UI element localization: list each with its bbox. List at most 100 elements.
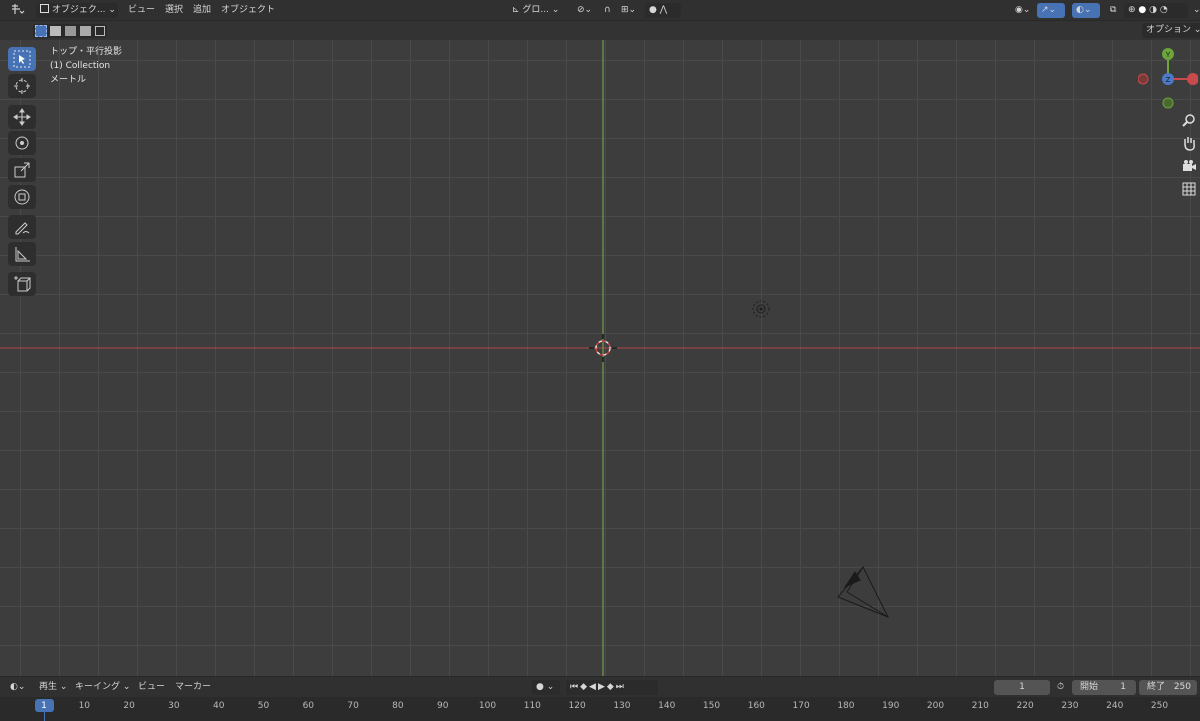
gizmo-icon: ↗⌄ [1041, 5, 1057, 15]
snap-target-button[interactable]: ⊞⌄ [617, 3, 640, 18]
play-reverse-icon[interactable]: ◀ [589, 682, 598, 692]
zoom-icon[interactable] [1181, 112, 1197, 128]
end-frame-field[interactable]: 終了 250 [1139, 680, 1197, 695]
menu-add[interactable]: 追加 [189, 3, 215, 18]
timeline-ruler[interactable]: 1 10 20 30 40 50 60 70 80 90 100 110 120 130 140 150 160… [0, 697, 1200, 721]
overlay-toggle[interactable]: ◐⌄ [1072, 3, 1100, 18]
move-icon [13, 108, 31, 126]
light-object-icon[interactable] [752, 300, 770, 318]
transform-orientation-select[interactable]: ⊾ グロ... ⌄ [508, 3, 570, 18]
viewport-header: オブジェク... ⌄ ビュー 選択 追加 オブジェクト ⊾ グロ... ⌄ ⊘⌄… [0, 0, 1200, 21]
select-mode-group [33, 24, 107, 38]
3d-viewport[interactable]: Y Z [0, 40, 1200, 676]
options-dropdown[interactable]: オプション ⌄ [1142, 23, 1200, 38]
pan-hand-icon[interactable] [1181, 135, 1197, 151]
options-label: オプション [1146, 25, 1192, 35]
collection-label: (1) Collection [50, 61, 111, 71]
chevron-down-icon: ⌄ [59, 682, 68, 692]
timeline-header: ◐⌄ 再生 ⌄ キーイング ⌄ ビュー マーカー ● ⌄ ⏮◆◀▶◆⏭ 1 ⏱ … [0, 676, 1200, 697]
menu-view[interactable]: ビュー [124, 3, 159, 18]
ortho-grid-icon[interactable] [1181, 181, 1197, 197]
ruler-tick-label: 70 [347, 701, 359, 711]
select-new-icon[interactable] [35, 25, 47, 37]
select-intersect-icon[interactable] [95, 26, 105, 36]
scale-icon [14, 162, 30, 178]
ruler-tick-label: 80 [392, 701, 404, 711]
next-keyframe-icon[interactable]: ◆ [607, 682, 616, 692]
start-label: 開始 [1080, 682, 1099, 692]
transform-tool[interactable] [8, 185, 36, 209]
measure-tool[interactable] [8, 242, 36, 266]
proportional-edit-button[interactable]: ● ⋀ [645, 3, 681, 18]
snap-toggle[interactable]: ∩ [600, 3, 615, 18]
select-subtract-icon[interactable] [65, 26, 76, 36]
keying-label: キーイング [75, 682, 121, 692]
navigation-gizmo[interactable]: Y Z [1138, 46, 1198, 112]
xray-icon: ⧉ [1110, 5, 1117, 15]
pivot-icon: ⊘⌄ [577, 5, 593, 15]
camera-view-icon[interactable] [1181, 158, 1197, 174]
gizmo-neg-y-axis[interactable] [1162, 97, 1174, 109]
menu-marker[interactable]: マーカー [171, 680, 215, 695]
rotate-icon [15, 136, 29, 150]
menu-keying[interactable]: キーイング ⌄ [71, 680, 134, 695]
select-extend-icon[interactable] [50, 26, 61, 36]
editor-type-button[interactable] [6, 3, 32, 18]
start-frame-field[interactable]: 開始 1 [1072, 680, 1136, 695]
menu-timeline-view[interactable]: ビュー [134, 680, 169, 695]
end-value: 250 [1173, 682, 1191, 692]
prev-keyframe-icon[interactable]: ◆ [580, 682, 589, 692]
snap-icon: ⊞⌄ [621, 5, 637, 15]
chevron-down-icon: ⌄ [1193, 25, 1200, 35]
move-tool[interactable] [8, 105, 36, 129]
gizmo-y-label: Y [1165, 51, 1171, 59]
mode-select[interactable]: オブジェク... ⌄ [36, 3, 118, 18]
unit-label: メートル [50, 75, 87, 85]
pivot-point-button[interactable]: ⊘⌄ [573, 3, 596, 18]
ruler-tick-label: 240 [1106, 701, 1124, 711]
timeline-editor-type-button[interactable]: ◐⌄ [6, 680, 29, 695]
tool-settings-bar: オプション ⌄ [0, 21, 1200, 40]
playback-controls: ⏮◆◀▶◆⏭ [566, 680, 658, 695]
jump-end-icon[interactable]: ⏭ [616, 682, 626, 692]
gizmo-x-axis[interactable] [1187, 73, 1198, 85]
menu-select[interactable]: 選択 [161, 3, 187, 18]
gizmo-toggle[interactable]: ↗⌄ [1037, 3, 1065, 18]
select-box-tool[interactable] [8, 47, 36, 71]
editor-type-icon [12, 4, 25, 14]
solid-shading-icon[interactable]: ● [1138, 5, 1146, 15]
stopwatch-icon[interactable]: ⏱ [1053, 680, 1068, 695]
shading-options-button[interactable]: ⌄ [1189, 3, 1200, 18]
current-frame-field[interactable]: 1 [994, 680, 1050, 695]
eye-icon: ◉⌄ [1015, 5, 1031, 15]
gizmo-neg-x-axis[interactable] [1138, 73, 1149, 85]
ruler-tick-label: 50 [257, 701, 270, 711]
add-cube-tool[interactable] [8, 272, 36, 296]
chevron-down-icon: ⌄ [122, 682, 131, 692]
orientation-label: グロ... [522, 5, 550, 15]
visibility-button[interactable]: ◉⌄ [1011, 3, 1034, 18]
camera-object-icon[interactable] [837, 566, 890, 618]
cursor-tool[interactable] [8, 74, 36, 98]
annotate-tool[interactable] [8, 215, 36, 239]
rotate-tool[interactable] [8, 131, 36, 155]
menu-object[interactable]: オブジェクト [217, 3, 279, 18]
jump-start-icon[interactable]: ⏮ [570, 682, 580, 692]
ruler-tick-label: 40 [212, 701, 225, 711]
rendered-shading-icon[interactable]: ◔ [1160, 5, 1168, 15]
scale-tool[interactable] [8, 158, 36, 182]
play-icon[interactable]: ▶ [598, 682, 607, 692]
xray-toggle[interactable]: ⧉ [1106, 3, 1120, 18]
ruler-tick-label: 120 [568, 701, 586, 711]
ruler-tick-label: 250 [1150, 701, 1169, 711]
proportional-edit-icon: ● ⋀ [649, 5, 668, 15]
menu-playback[interactable]: 再生 ⌄ [35, 680, 71, 695]
view-name-label: トップ・平行投影 [50, 47, 123, 57]
auto-keying-toggle[interactable]: ● ⌄ [532, 680, 560, 695]
material-shading-icon[interactable]: ◑ [1149, 5, 1157, 15]
select-difference-icon[interactable] [80, 26, 91, 36]
ruler-tick-label: 180 [837, 701, 855, 711]
measure-icon [15, 247, 30, 262]
ruler-tick-label: 160 [747, 701, 765, 711]
wireframe-shading-icon[interactable]: ⊕ [1128, 5, 1136, 15]
